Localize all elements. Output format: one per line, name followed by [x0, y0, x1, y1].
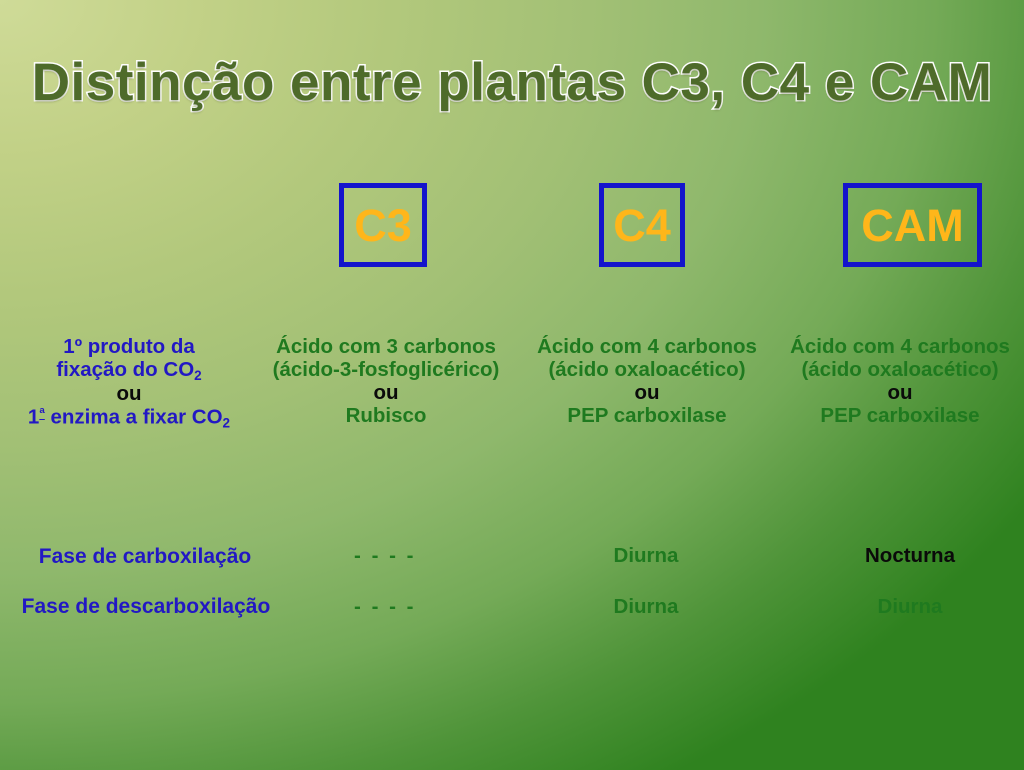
column-header-c3[interactable]: C3: [339, 183, 427, 267]
row-label-line3-pre: 1: [27, 405, 40, 429]
cell-cam-decarboxylation: Diurna: [877, 595, 943, 618]
cell-c3-product-line1: Ácido com 3 carbonos: [276, 335, 496, 358]
page-title: Distinção entre plantas C3, C4 e CAM: [30, 52, 993, 114]
cell-cam-carboxylation: Nocturna: [865, 544, 955, 567]
cell-c3-first-product: Ácido com 3 carbonos (ácido-3-fosfoglicé…: [252, 335, 520, 428]
row-label-line1: 1º produto da: [63, 335, 195, 358]
cell-cam-first-product: Ácido com 4 carbonos (ácido oxaloacético…: [772, 335, 1024, 428]
row-label-decarboxylation-phase: Fase de descarboxilação: [21, 595, 271, 618]
title-container: Distinção entre plantas C3, C4 e CAM: [0, 52, 1024, 114]
column-header-c3-label: C3: [354, 199, 412, 251]
column-header-cam-label: CAM: [861, 199, 964, 251]
cell-c4-first-product: Ácido com 4 carbonos (ácido oxaloacético…: [518, 335, 776, 428]
row-label-carboxylation-phase: Fase de carboxilação: [38, 545, 252, 568]
row-label-line3-mid: enzima a fixar CO: [44, 405, 223, 429]
row-label-first-product: 1º produto da fixação do CO2 ou 1ª enzim…: [0, 335, 264, 431]
slide-canvas: Distinção entre plantas C3, C4 e CAM C3 …: [0, 0, 1024, 770]
cell-c4-product-line1: Ácido com 4 carbonos: [537, 335, 757, 358]
subscript-two-b: 2: [222, 415, 231, 431]
cell-c4-product-line2: (ácido oxaloacético): [548, 357, 746, 381]
subscript-two-a: 2: [194, 367, 202, 383]
cell-c4-product-or: ou: [634, 380, 660, 404]
cell-c4-decarboxylation: Diurna: [613, 595, 679, 618]
cell-c4-carboxylation: Diurna: [613, 544, 679, 567]
row-label-or: ou: [116, 381, 142, 405]
cell-c3-product-or: ou: [373, 380, 399, 404]
cell-cam-product-line3: PEP carboxilase: [820, 403, 980, 427]
column-header-cam[interactable]: CAM: [843, 183, 982, 267]
cell-c3-product-line3: Rubisco: [345, 403, 427, 427]
column-header-c4-label: C4: [613, 199, 671, 251]
cell-cam-product-or: ou: [887, 380, 913, 404]
cell-c3-carboxylation: - - - -: [354, 544, 416, 567]
cell-cam-product-line2: (ácido oxaloacético): [801, 357, 999, 381]
cell-c4-product-line3: PEP carboxilase: [567, 403, 727, 427]
cell-c3-decarboxylation: - - - -: [354, 595, 416, 618]
cell-cam-product-line1: Ácido com 4 carbonos: [790, 335, 1010, 358]
row-label-line2: fixação do CO: [56, 357, 195, 381]
cell-c3-product-line2: (ácido-3-fosfoglicérico): [272, 357, 500, 381]
column-header-c4[interactable]: C4: [599, 183, 685, 267]
